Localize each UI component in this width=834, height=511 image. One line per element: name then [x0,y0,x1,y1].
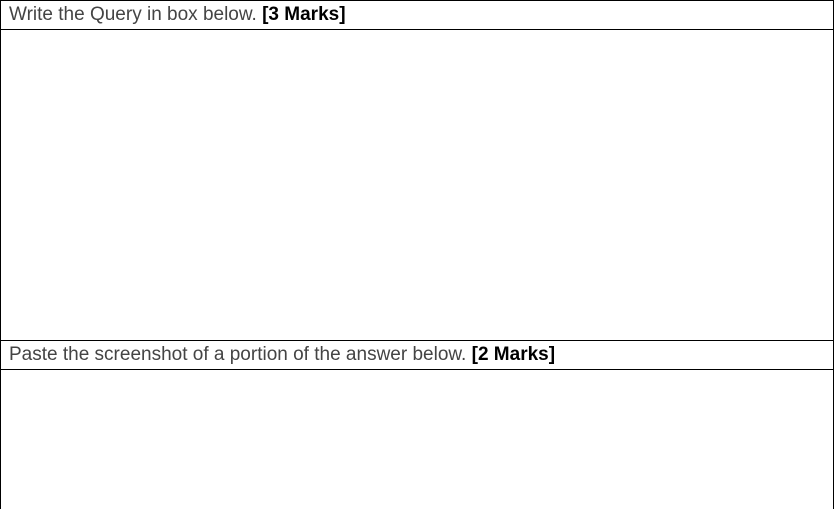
screenshot-marks-label: [2 Marks] [472,344,555,365]
screenshot-instruction-text: Paste the screenshot of a portion of the… [9,344,472,365]
query-answer-area[interactable] [1,30,834,341]
screenshot-header-cell: Paste the screenshot of a portion of the… [1,341,834,370]
query-header-cell: Write the Query in box below. [3 Marks] [1,1,834,30]
query-instruction-text: Write the Query in box below. [9,4,262,25]
screenshot-answer-area[interactable] [1,370,834,509]
query-marks-label: [3 Marks] [262,4,345,25]
worksheet-table: Write the Query in box below. [3 Marks] … [0,0,834,509]
